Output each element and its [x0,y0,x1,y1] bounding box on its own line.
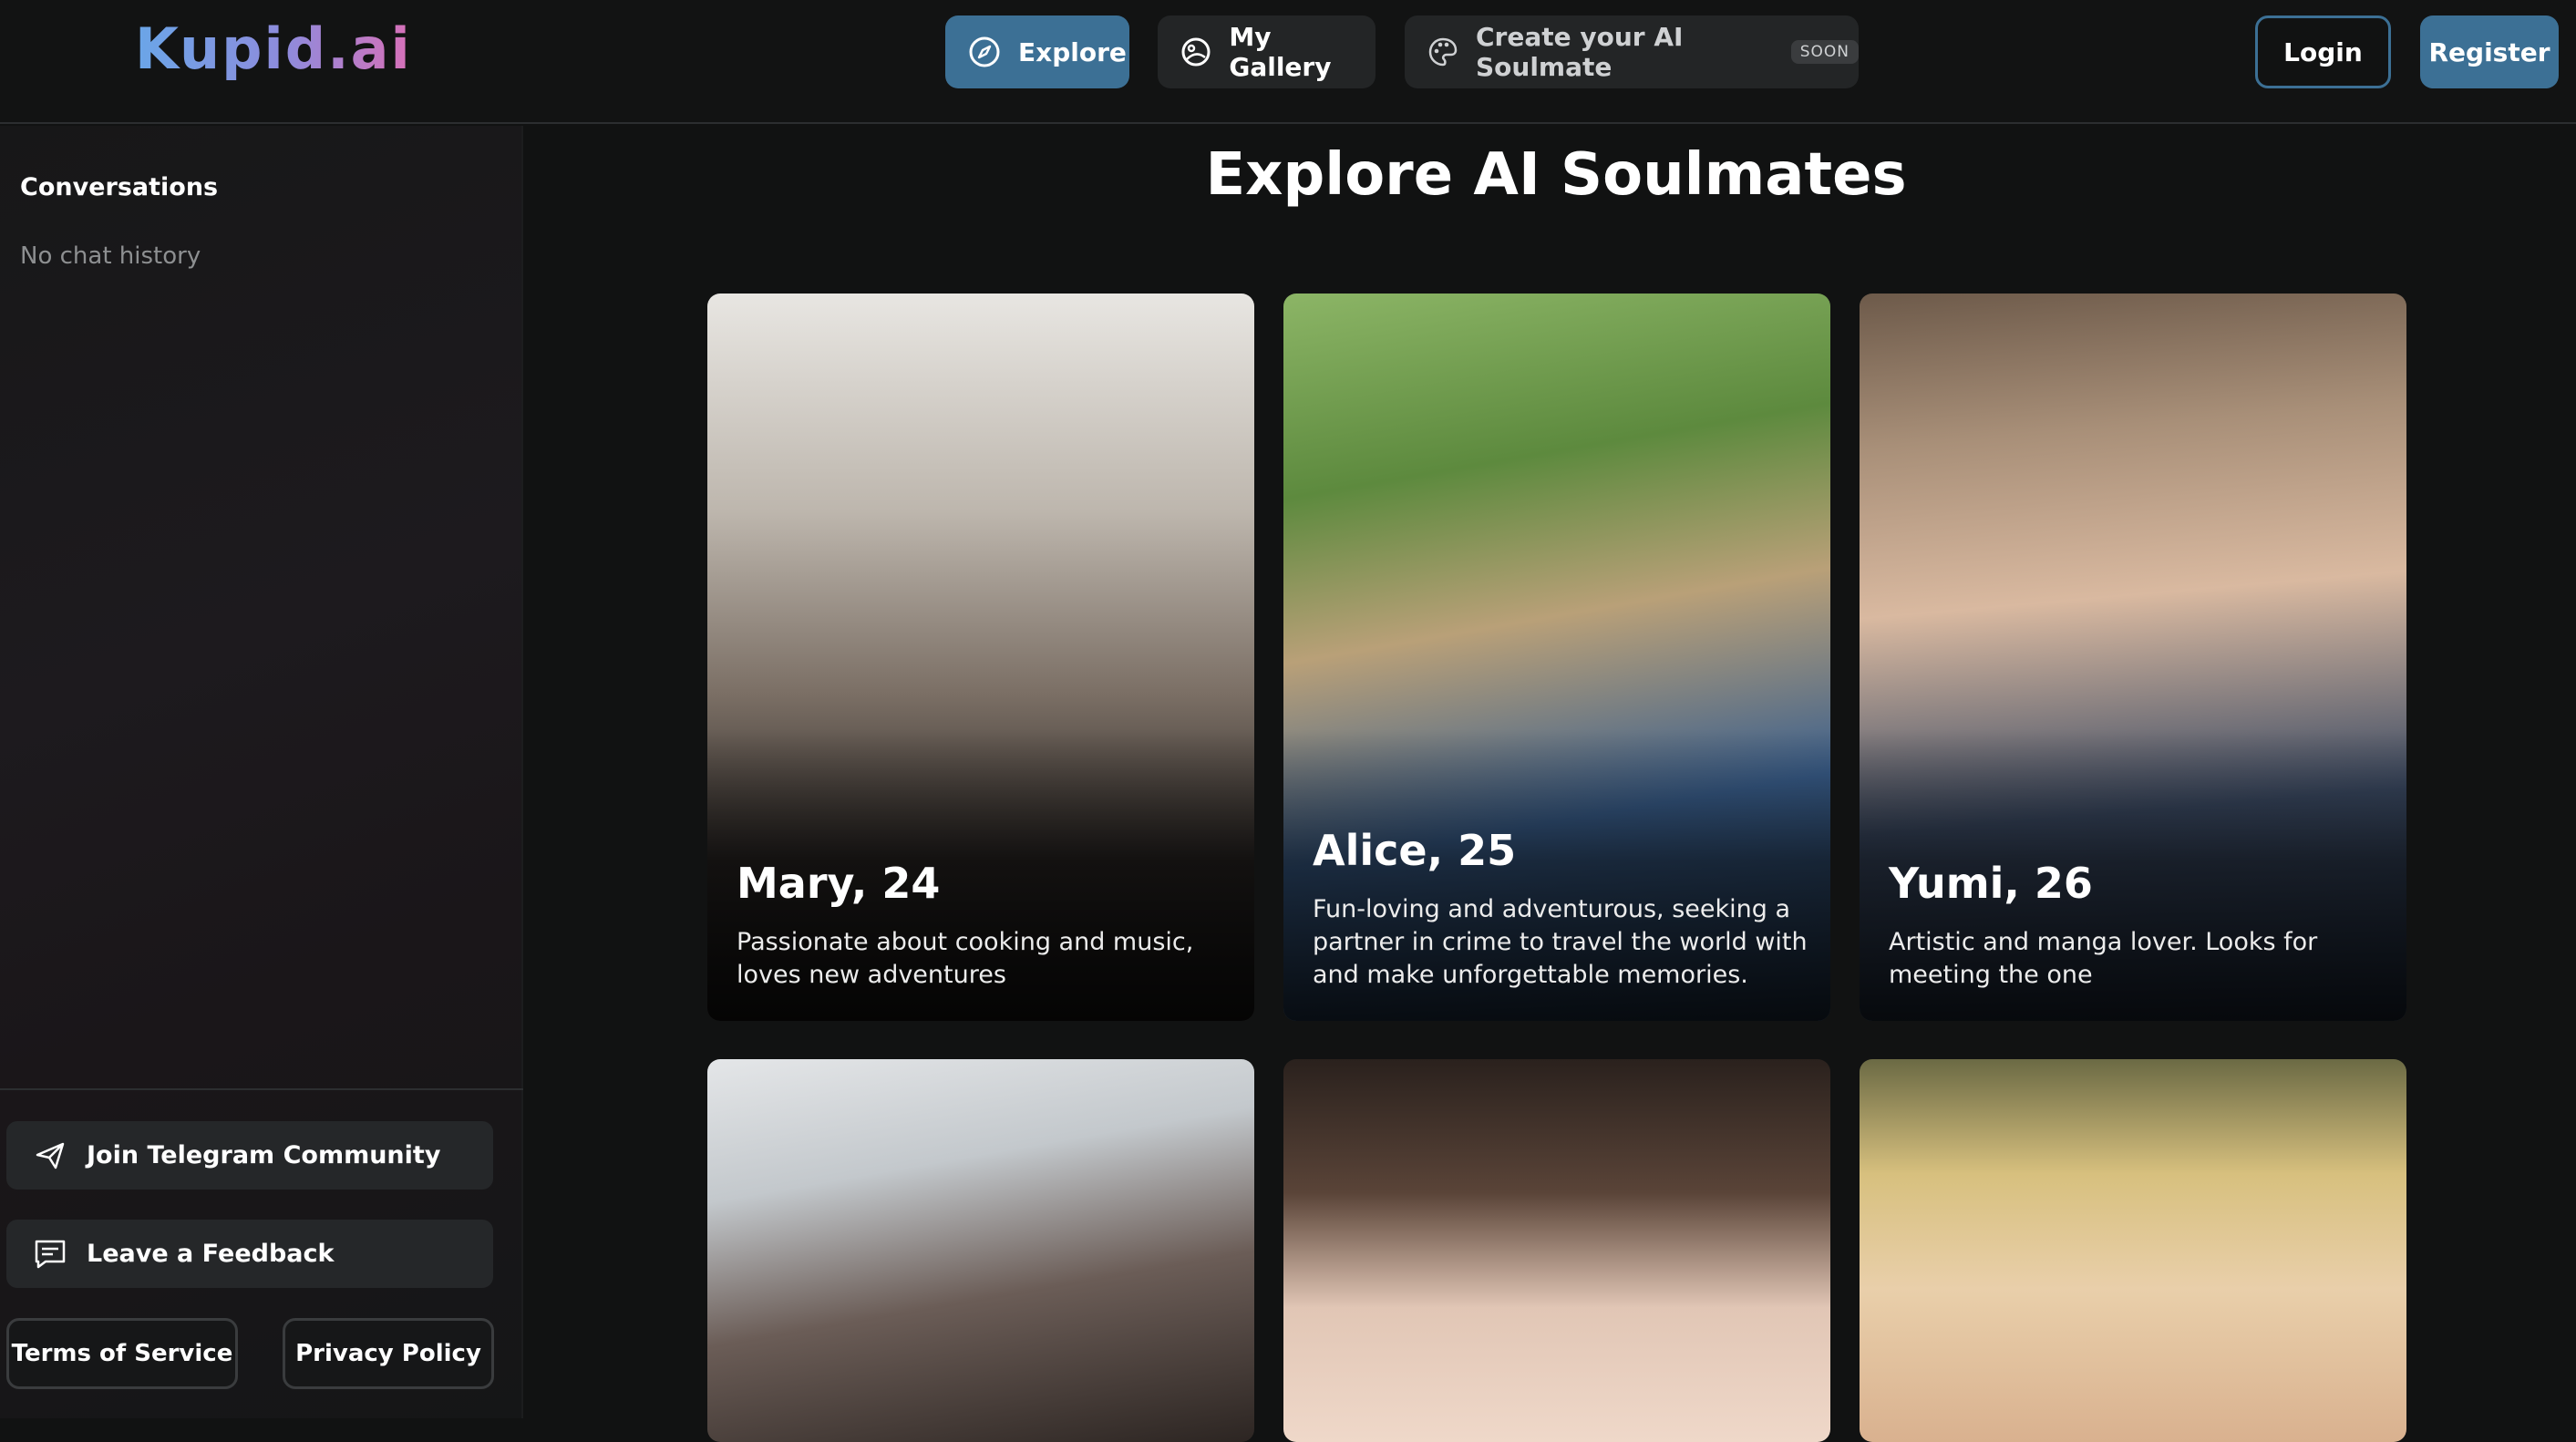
profile-card-alice[interactable]: Alice, 25 Fun-loving and adventurous, se… [1283,294,1830,1021]
gallery-icon [1180,35,1212,69]
paper-plane-icon [32,1138,68,1174]
profile-name: Mary, 24 [737,859,941,908]
profile-photo [707,1059,1254,1442]
profile-card[interactable] [1860,1059,2406,1442]
profile-card[interactable] [1283,1059,1830,1442]
login-button[interactable]: Login [2255,15,2391,88]
no-chat-history-text: No chat history [20,242,201,270]
leave-feedback-label: Leave a Feedback [87,1240,335,1268]
register-button[interactable]: Register [2420,15,2559,88]
join-telegram-button[interactable]: Join Telegram Community [6,1121,493,1190]
message-icon [32,1236,68,1272]
sidebar-divider [0,1088,523,1090]
page-title: Explore AI Soulmates [1205,141,1907,209]
profile-name: Alice, 25 [1313,826,1517,875]
kupid-logo[interactable]: Kupid.ai [135,16,412,82]
nav-create-soulmate-button[interactable]: Create your AI Soulmate SOON [1405,15,1859,88]
compass-icon [967,35,1002,69]
terms-of-service-button[interactable]: Terms of Service [6,1318,238,1389]
profile-card-yumi[interactable]: Yumi, 26 Artistic and manga lover. Looks… [1860,294,2406,1021]
profile-name: Yumi, 26 [1889,859,2093,908]
profile-card-mary[interactable]: Mary, 24 Passionate about cooking and mu… [707,294,1254,1021]
join-telegram-label: Join Telegram Community [87,1141,441,1169]
nav-explore-label: Explore [1018,36,1127,67]
top-navigation-bar: Kupid.ai Explore My Gallery Create your … [0,0,2576,124]
privacy-policy-button[interactable]: Privacy Policy [283,1318,494,1389]
profile-description: Artistic and manga lover. Looks for meet… [1889,928,2318,989]
profile-photo [1283,1059,1830,1442]
leave-feedback-button[interactable]: Leave a Feedback [6,1220,493,1288]
palette-icon [1427,35,1459,69]
profile-description: Fun-loving and adventurous, seeking a pa… [1313,895,1808,989]
profile-card[interactable] [707,1059,1254,1442]
nav-create-label: Create your AI Soulmate [1476,22,1684,82]
sidebar: Conversations No chat history Join Teleg… [0,126,523,1418]
profile-photo [1860,1059,2406,1442]
nav-explore-button[interactable]: Explore [945,15,1129,88]
nav-gallery-button[interactable]: My Gallery [1158,15,1376,88]
profile-description: Passionate about cooking and music, love… [737,928,1194,989]
soon-badge: SOON [1790,40,1859,64]
nav-gallery-label: My Gallery [1229,22,1332,82]
conversations-heading: Conversations [20,173,219,201]
